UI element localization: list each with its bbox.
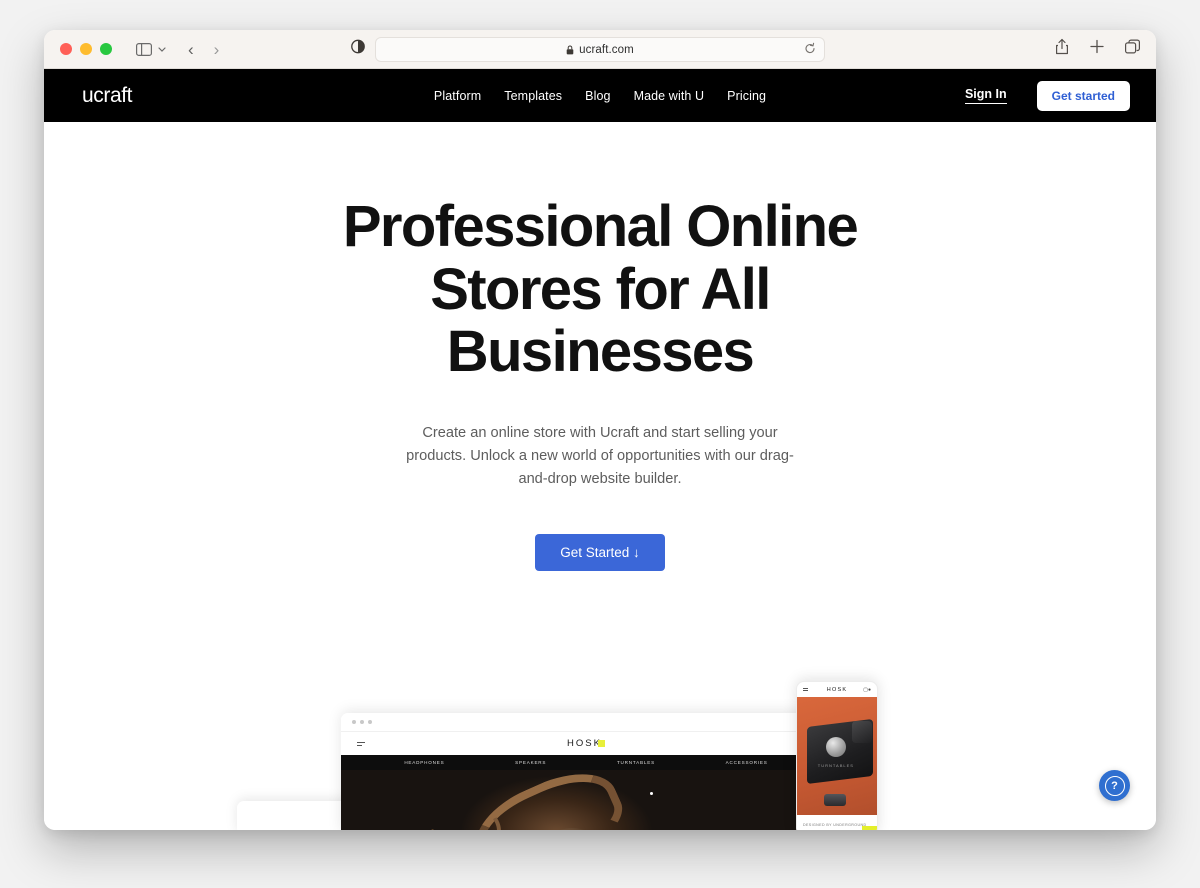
phone-header: HOSK ▢● — [797, 682, 877, 697]
reload-icon — [805, 42, 815, 53]
forward-button[interactable]: › — [214, 41, 220, 58]
nav-item-made-with-u[interactable]: Made with U — [634, 89, 705, 103]
phone-footer-text: DESIGNED BY UNDERGROUND — [803, 823, 867, 827]
turntable-knob-shape — [825, 737, 846, 758]
hero-title: Professional Online Stores for All Busin… — [342, 194, 859, 385]
mockup-brand: HOSK — [567, 738, 605, 749]
new-tab-button[interactable] — [1090, 39, 1104, 59]
tab-overview-button[interactable] — [1125, 39, 1140, 59]
menu-icon — [803, 687, 808, 692]
browser-toolbar: ‹ › ucraft.com — [44, 30, 1156, 69]
nav-item-blog[interactable]: Blog — [585, 89, 610, 103]
close-window-button[interactable] — [60, 43, 72, 55]
nav-item-templates[interactable]: Templates — [504, 89, 562, 103]
main-nav: Platform Templates Blog Made with U Pric… — [434, 89, 766, 103]
page-viewport: ucraft Platform Templates Blog Made with… — [44, 69, 1156, 830]
turntable-foot-shape — [824, 793, 847, 806]
mockup-window-dot — [352, 720, 356, 724]
menu-icon — [357, 741, 365, 746]
mockup-nav-speakers: SPEAKERS — [515, 760, 547, 765]
brand-accent-dot — [597, 740, 605, 747]
mockup-nav-accessories: ACCESSORIES — [725, 760, 768, 765]
address-bar[interactable]: ucraft.com — [375, 37, 825, 62]
desktop-mockup: HOSK HEADPHONES SPEAKERS TURNTABLES ACCE… — [341, 713, 831, 830]
back-button[interactable]: ‹ — [188, 41, 194, 58]
reader-contrast-icon[interactable] — [351, 39, 365, 59]
chevron-down-icon — [158, 46, 166, 52]
share-button[interactable] — [1055, 38, 1069, 60]
cart-icon: ▢● — [863, 686, 871, 693]
nav-item-pricing[interactable]: Pricing — [727, 89, 766, 103]
sidebar-toggle-button[interactable] — [136, 42, 166, 56]
url-text: ucraft.com — [579, 43, 634, 56]
hero-section: Professional Online Stores for All Busin… — [44, 122, 1156, 572]
mockup-nav: HEADPHONES SPEAKERS TURNTABLES ACCESSORI… — [341, 755, 831, 770]
mockup-hero-image: DUCING A Meet Hosk - a new generation of… — [341, 770, 831, 830]
browser-window: ‹ › ucraft.com ucraft Platform Templates… — [44, 30, 1156, 830]
mockup-nav-turntables: TURNTABLES — [616, 760, 655, 765]
tab-overview-icon — [1125, 39, 1140, 54]
hero-subtitle: Create an online store with Ucraft and s… — [406, 424, 794, 487]
sidebar-toggle-icon — [136, 42, 152, 56]
decorative-dot — [649, 792, 653, 795]
nav-item-platform[interactable]: Platform — [434, 89, 481, 103]
phone-product-image: TURNTABLES — [797, 697, 877, 815]
share-icon — [1056, 38, 1068, 55]
mockup-window-dot — [368, 720, 372, 724]
phone-mockup: HOSK ▢● TURNTABLES DESIGNED BY UNDERGROU… — [796, 681, 878, 830]
toolbar-actions — [1055, 38, 1140, 60]
phone-footer: DESIGNED BY UNDERGROUND — [797, 815, 877, 830]
help-widget-button[interactable]: ? — [1099, 770, 1130, 801]
turntable-cylinder-shape — [852, 720, 873, 743]
plus-icon — [1090, 39, 1104, 54]
window-controls — [60, 43, 112, 55]
sign-in-link[interactable]: Sign In — [964, 87, 1007, 104]
navbar-actions: Sign In Get started — [964, 80, 1130, 111]
navigation-arrows: ‹ › — [188, 41, 219, 58]
get-started-nav-button[interactable]: Get started — [1036, 80, 1130, 111]
maximize-window-button[interactable] — [100, 43, 112, 55]
minimize-window-button[interactable] — [80, 43, 92, 55]
question-mark-icon: ? — [1104, 775, 1125, 796]
mockup-nav-headphones: HEADPHONES — [404, 760, 445, 765]
mockup-site-header: HOSK — [341, 731, 831, 755]
screenshot-root: ‹ › ucraft.com ucraft Platform Templates… — [0, 0, 1200, 888]
mockup-window-dot — [360, 720, 364, 724]
product-mockups: HOSK HEADPHONES SPEAKERS TURNTABLES ACCE… — [44, 681, 1156, 830]
hero-get-started-button[interactable]: Get Started ↓ — [535, 534, 665, 572]
lock-icon — [566, 45, 574, 54]
mockup-titlebar — [341, 713, 831, 731]
accent-chip — [862, 826, 877, 830]
phone-brand: HOSK — [826, 686, 848, 693]
phone-product-label: TURNTABLES — [817, 763, 854, 769]
site-logo[interactable]: ucraft — [82, 84, 133, 108]
reload-button[interactable] — [804, 42, 816, 57]
site-navbar: ucraft Platform Templates Blog Made with… — [44, 69, 1156, 122]
